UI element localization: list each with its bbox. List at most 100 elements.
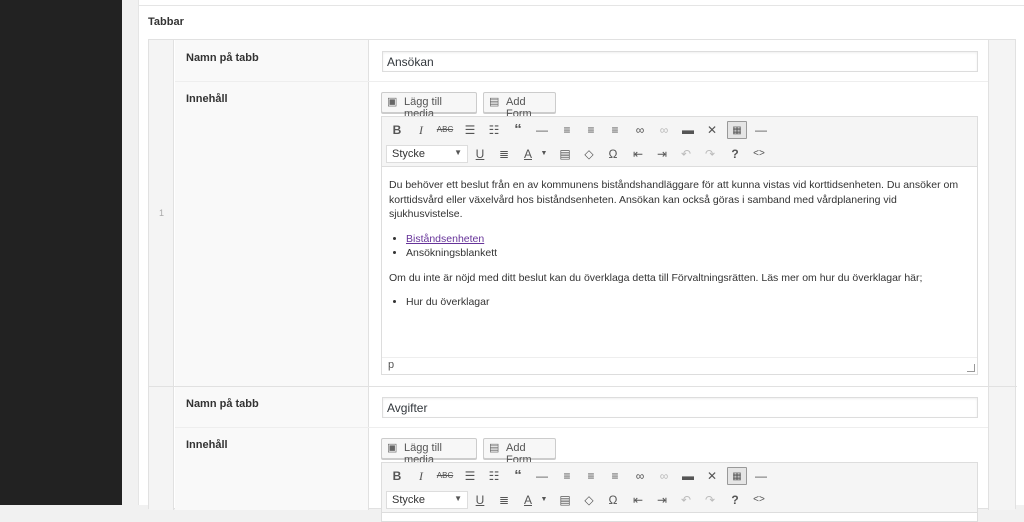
toolbar-toggle-icon[interactable]: ▦: [727, 121, 747, 139]
outdent-icon[interactable]: ⇤: [628, 145, 648, 163]
list-item: Biståndsenheten: [406, 232, 970, 247]
resize-handle-icon[interactable]: [967, 364, 975, 372]
tab-name-input-2[interactable]: Avgifter: [382, 397, 978, 418]
clear-formatting-icon[interactable]: ◇: [579, 145, 599, 163]
code-icon[interactable]: <>: [749, 491, 769, 509]
chevron-down-icon: ▼: [454, 148, 462, 157]
underline-icon[interactable]: U: [470, 145, 490, 163]
help-icon[interactable]: ?: [725, 491, 745, 509]
undo-icon[interactable]: ↶: [676, 145, 696, 163]
add-form-button[interactable]: ▤ Add Form: [483, 92, 556, 120]
blockquote-icon[interactable]: “: [508, 467, 528, 485]
row-handle[interactable]: 1: [149, 40, 174, 510]
acf-fields-box: Tabbar 1 Namn på tabb Innehåll Namn på t…: [138, 0, 1024, 522]
unlink-icon[interactable]: ∞: [654, 121, 674, 139]
media-icon: ▣: [387, 442, 398, 454]
horizontal-line-icon[interactable]: —: [532, 467, 552, 485]
clear-formatting-icon[interactable]: ◇: [579, 491, 599, 509]
align-right-icon[interactable]: ≡: [605, 467, 625, 485]
editor-statusbar: p: [382, 357, 977, 374]
link-icon[interactable]: ∞: [630, 121, 650, 139]
editor-toolbar: B I ABC ☰ ☷ “ — ≡ ≡ ≡ ∞ ∞ ▬ ✕ ▦ — Stycke…: [382, 117, 977, 167]
repeater-table: 1 Namn på tabb Innehåll Namn på tabb Inn…: [148, 39, 1017, 522]
justify-icon[interactable]: ≣: [494, 491, 514, 509]
redo-icon[interactable]: ↷: [700, 491, 720, 509]
horizontal-rule-icon[interactable]: —: [751, 467, 771, 485]
blockquote-icon[interactable]: “: [508, 121, 528, 139]
link-list: Hur du överklagar: [406, 295, 970, 310]
add-media-button[interactable]: ▣ Lägg till media: [381, 92, 477, 120]
tab-name-label: Namn på tabb: [186, 52, 259, 64]
align-center-icon[interactable]: ≡: [581, 467, 601, 485]
field-label-tabbar: Tabbar: [148, 16, 184, 28]
content-label-2: Innehåll: [186, 439, 228, 451]
justify-icon[interactable]: ≣: [494, 145, 514, 163]
code-icon[interactable]: <>: [749, 145, 769, 163]
editor-toolbar-2: B I ABC ☰ ☷ “ — ≡ ≡ ≡ ∞ ∞ ▬ ✕ ▦ — Stycke…: [382, 463, 977, 513]
align-left-icon[interactable]: ≡: [557, 121, 577, 139]
horizontal-line-icon[interactable]: —: [532, 121, 552, 139]
element-path[interactable]: p: [388, 359, 394, 371]
align-left-icon[interactable]: ≡: [557, 467, 577, 485]
media-icon: ▣: [387, 96, 398, 108]
read-more-icon[interactable]: ▬: [678, 121, 698, 139]
paragraph: Du behöver ett beslut från en av kommune…: [389, 179, 959, 220]
row-index: 1: [158, 208, 164, 218]
admin-sidebar: [0, 0, 122, 505]
fullscreen-icon[interactable]: ✕: [702, 121, 722, 139]
redo-icon[interactable]: ↷: [700, 145, 720, 163]
help-icon[interactable]: ?: [725, 145, 745, 163]
editor-content[interactable]: Du behöver ett beslut från en av kommune…: [382, 168, 977, 330]
numbered-list-icon[interactable]: ☷: [484, 467, 504, 485]
list-item: Ansökningsblankett: [406, 246, 970, 261]
italic-icon[interactable]: I: [411, 121, 431, 139]
list-item: Hur du överklagar: [406, 295, 970, 310]
special-character-icon[interactable]: Ω: [603, 145, 623, 163]
main-content: Tabbar 1 Namn på tabb Innehåll Namn på t…: [122, 0, 1024, 522]
fullscreen-icon[interactable]: ✕: [702, 467, 722, 485]
link-icon[interactable]: ∞: [630, 467, 650, 485]
add-form-button-2[interactable]: ▤ Add Form: [483, 438, 556, 466]
bold-icon[interactable]: B: [387, 467, 407, 485]
wysiwyg-editor-2[interactable]: B I ABC ☰ ☷ “ — ≡ ≡ ≡ ∞ ∞ ▬ ✕ ▦ — Stycke…: [381, 462, 978, 522]
format-select[interactable]: Stycke ▼: [386, 145, 468, 163]
outdent-icon[interactable]: ⇤: [628, 491, 648, 509]
chevron-down-icon[interactable]: ▼: [534, 491, 554, 509]
paste-text-icon[interactable]: ▤: [555, 491, 575, 509]
link-list: Biståndsenheten Ansökningsblankett: [406, 232, 970, 261]
strikethrough-icon[interactable]: ABC: [435, 121, 455, 139]
divider: [175, 427, 988, 428]
align-right-icon[interactable]: ≡: [605, 121, 625, 139]
indent-icon[interactable]: ⇥: [652, 145, 672, 163]
content-label: Innehåll: [186, 93, 228, 105]
italic-icon[interactable]: I: [411, 467, 431, 485]
tab-name-input[interactable]: Ansökan: [382, 51, 978, 72]
align-center-icon[interactable]: ≡: [581, 121, 601, 139]
unlink-icon[interactable]: ∞: [654, 467, 674, 485]
indent-icon[interactable]: ⇥: [652, 491, 672, 509]
paste-text-icon[interactable]: ▤: [555, 145, 575, 163]
format-select[interactable]: Stycke ▼: [386, 491, 468, 509]
add-media-button-2[interactable]: ▣ Lägg till media: [381, 438, 477, 466]
row-actions[interactable]: [988, 40, 1015, 510]
bold-icon[interactable]: B: [387, 121, 407, 139]
form-icon: ▤: [489, 442, 500, 454]
toolbar-toggle-icon[interactable]: ▦: [727, 467, 747, 485]
bistandsenheten-link[interactable]: Biståndsenheten: [406, 233, 484, 245]
bullet-list-icon[interactable]: ☰: [460, 467, 480, 485]
horizontal-rule-icon[interactable]: —: [751, 121, 771, 139]
chevron-down-icon[interactable]: ▼: [534, 145, 554, 163]
special-character-icon[interactable]: Ω: [603, 491, 623, 509]
paragraph: Om du inte är nöjd med ditt beslut kan d…: [389, 271, 923, 284]
form-icon: ▤: [489, 96, 500, 108]
strikethrough-icon[interactable]: ABC: [435, 467, 455, 485]
wysiwyg-editor[interactable]: B I ABC ☰ ☷ “ — ≡ ≡ ≡ ∞ ∞ ▬ ✕ ▦ — Stycke…: [381, 116, 978, 375]
read-more-icon[interactable]: ▬: [678, 467, 698, 485]
undo-icon[interactable]: ↶: [676, 491, 696, 509]
top-divider: [139, 0, 1024, 6]
divider: [175, 81, 988, 82]
underline-icon[interactable]: U: [470, 491, 490, 509]
label-column: Namn på tabb Innehåll Namn på tabb Inneh…: [175, 40, 369, 510]
numbered-list-icon[interactable]: ☷: [484, 121, 504, 139]
bullet-list-icon[interactable]: ☰: [460, 121, 480, 139]
